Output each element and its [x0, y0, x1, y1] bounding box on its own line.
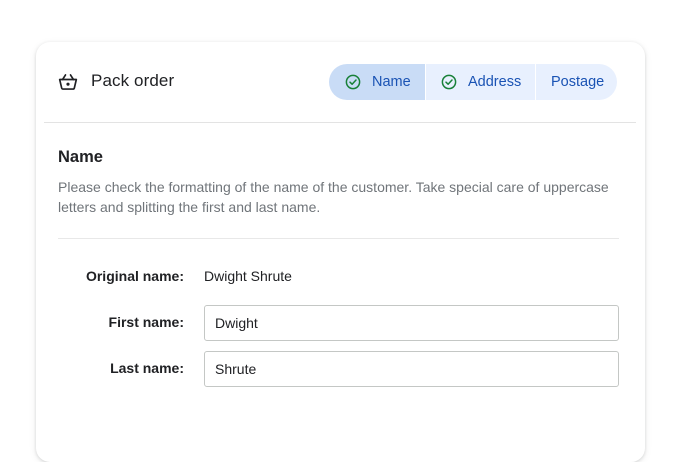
card-header: Pack order Name Address Postage: [36, 42, 645, 122]
step-postage-label: Postage: [551, 74, 605, 90]
last-name-input[interactable]: [204, 351, 619, 387]
step-postage[interactable]: Postage: [535, 64, 617, 100]
section-title: Name: [58, 148, 103, 166]
step-address-label: Address: [468, 74, 522, 90]
step-address[interactable]: Address: [425, 64, 535, 100]
first-name-input[interactable]: [204, 305, 619, 341]
original-name-value: Dwight Shrute: [204, 268, 292, 284]
stepper: Name Address Postage: [329, 64, 617, 100]
header-divider: [44, 122, 636, 123]
section-description: Please check the formatting of the name …: [58, 179, 609, 215]
step-name-label: Name: [372, 74, 411, 90]
section-divider: [58, 238, 619, 239]
first-name-label: First name:: [108, 314, 184, 330]
check-circle-icon: [345, 74, 361, 90]
check-circle-icon: [441, 74, 457, 90]
step-name[interactable]: Name: [329, 64, 425, 100]
pack-order-card: Pack order Name Address Postage Name Ple…: [36, 42, 645, 462]
last-name-label: Last name:: [110, 360, 184, 376]
card-title: Pack order: [91, 71, 175, 90]
basket-icon: [58, 74, 78, 90]
original-name-label: Original name:: [85, 268, 184, 284]
